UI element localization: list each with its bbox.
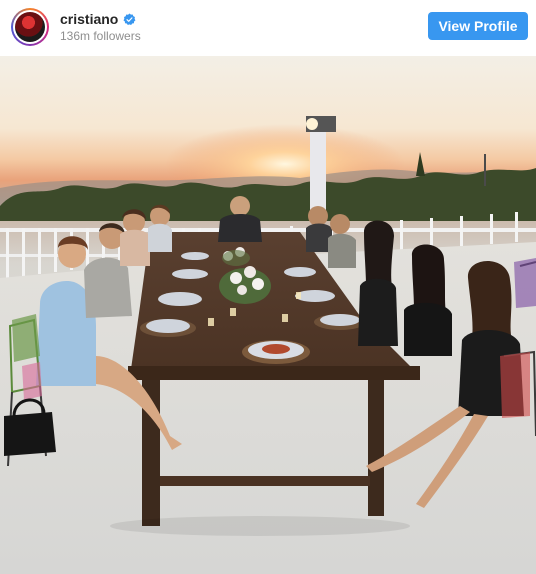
fence-rail-top	[0, 228, 536, 232]
table-leg-right	[368, 376, 384, 516]
avatar[interactable]	[11, 8, 49, 46]
photo-scene	[0, 116, 536, 574]
post-photo[interactable]	[0, 56, 536, 574]
light-bulb	[306, 118, 318, 130]
avatar-ring	[13, 10, 47, 44]
username[interactable]: cristiano	[60, 11, 118, 27]
avatar-image	[15, 12, 45, 42]
table-edge	[128, 366, 420, 380]
followers-count: 136m followers	[60, 29, 141, 43]
table-stretcher	[160, 476, 370, 486]
pole	[484, 154, 486, 186]
view-profile-button[interactable]: View Profile	[428, 12, 528, 40]
post-header: cristiano 136m followers View Profile	[0, 0, 536, 56]
tall-tree	[416, 152, 425, 176]
table-shadow	[110, 516, 410, 536]
verified-badge-icon	[123, 13, 136, 25]
username-row: cristiano	[60, 11, 136, 27]
